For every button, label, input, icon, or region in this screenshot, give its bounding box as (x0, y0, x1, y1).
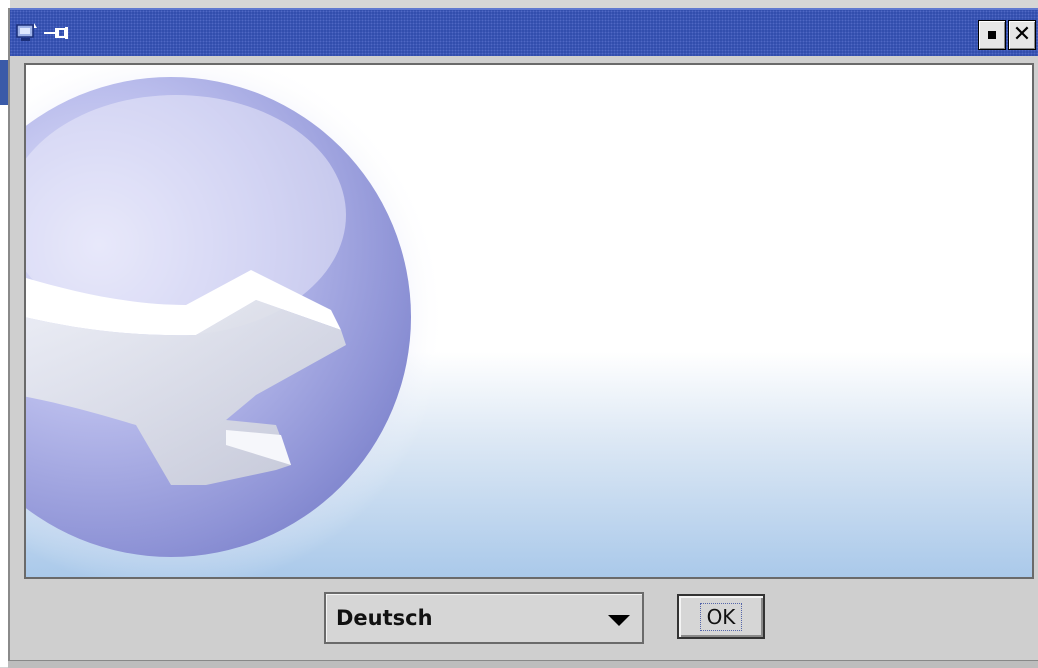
footer-bar: Deutsch OK (24, 577, 1034, 667)
java-app-icon[interactable] (16, 22, 40, 44)
close-button[interactable]: ✕ (1008, 20, 1036, 50)
language-select[interactable]: Deutsch (324, 592, 644, 644)
chevron-down-icon[interactable] (608, 615, 630, 626)
wrench-globe-logo (26, 65, 446, 577)
maximize-icon (988, 31, 996, 39)
close-icon: ✕ (1012, 22, 1032, 47)
splash-image (24, 63, 1034, 579)
maximize-button[interactable] (978, 20, 1006, 50)
pin-icon[interactable] (44, 24, 70, 42)
language-select-value: Deutsch (336, 606, 433, 630)
language-dialog: ✕ Deutsch OK (8, 8, 1038, 667)
ok-button-label: OK (699, 602, 743, 631)
ok-button[interactable]: OK (677, 594, 765, 639)
title-bar[interactable]: ✕ (10, 8, 1038, 56)
